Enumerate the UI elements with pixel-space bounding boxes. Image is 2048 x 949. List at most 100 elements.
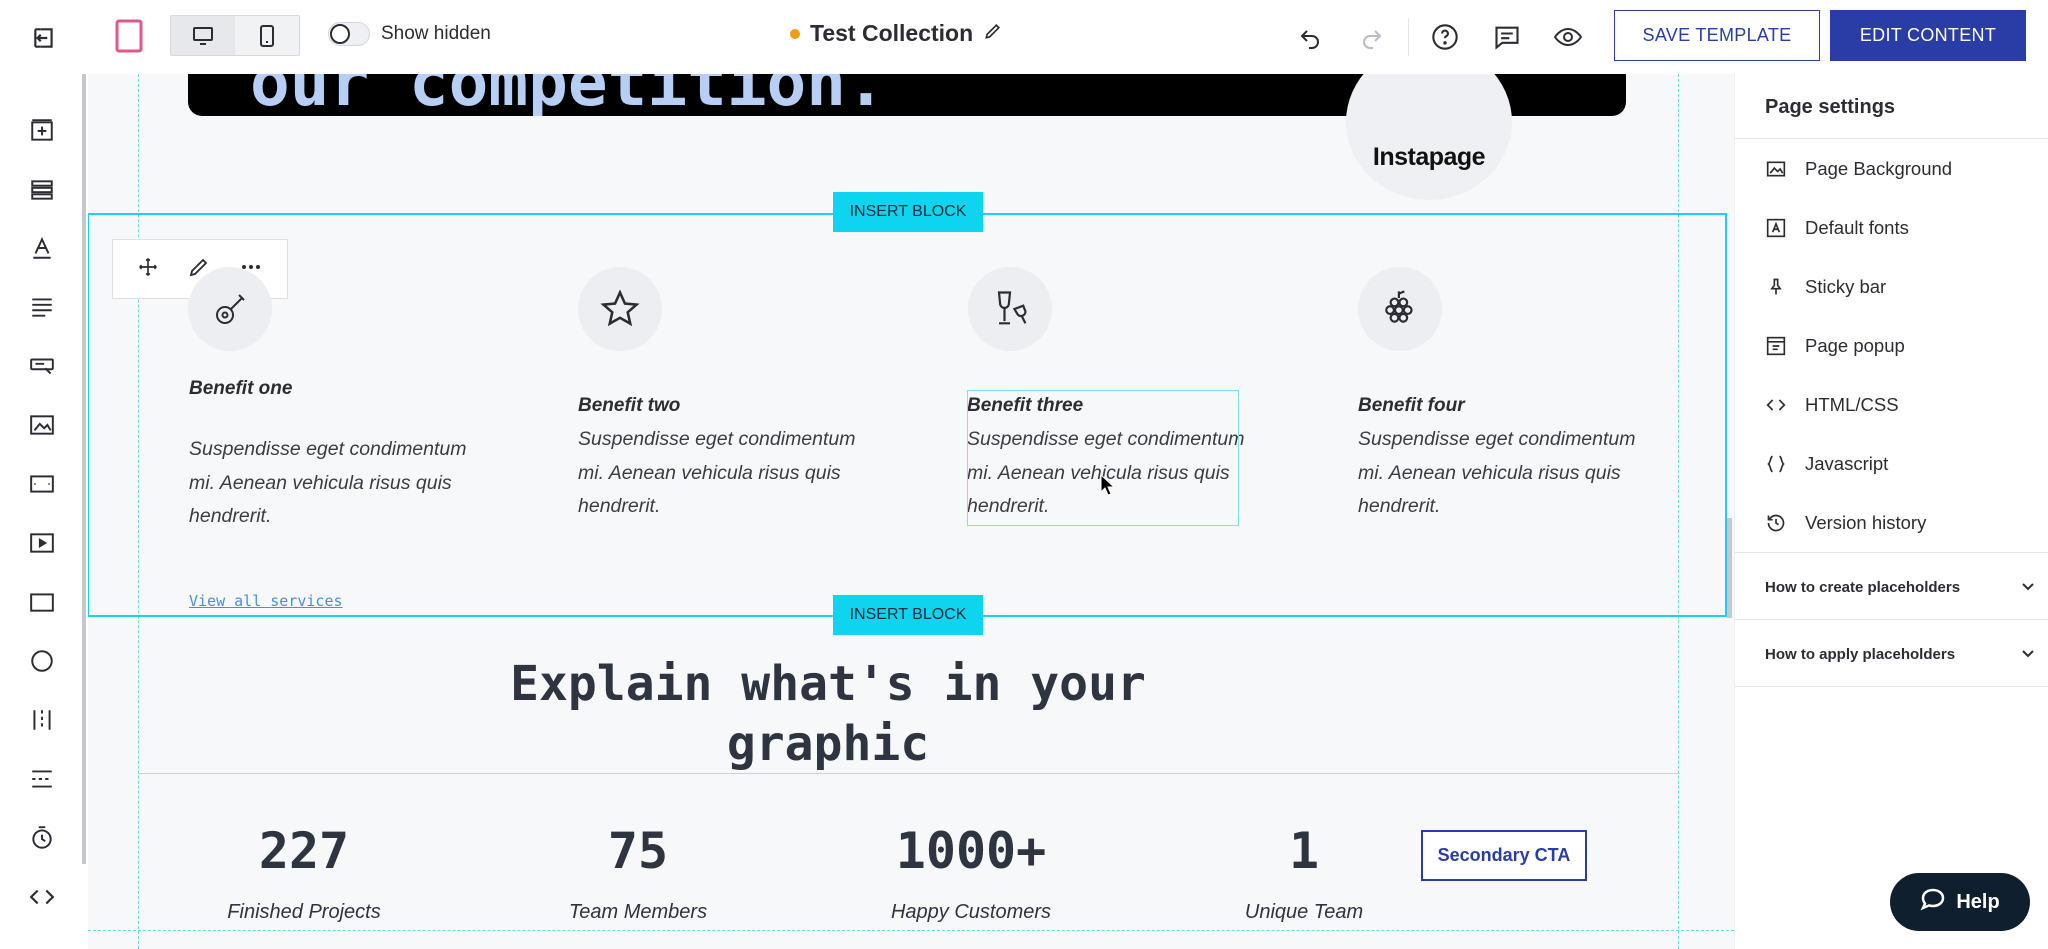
panel-divider (1735, 138, 2048, 139)
guide-line (88, 930, 1734, 931)
stat-value: 1 (1288, 822, 1320, 880)
accordion-label: How to apply placeholders (1765, 646, 1956, 663)
pin-icon (1765, 276, 1787, 298)
element-toolbar (0, 74, 86, 949)
panel-divider (1735, 686, 2048, 687)
unsaved-dot (790, 28, 800, 39)
show-hidden-label: Show hidden (381, 23, 491, 44)
chat-bubble-icon (1920, 887, 1946, 917)
stat-label: Finished Projects (227, 901, 381, 923)
insert-block-button-bottom[interactable]: INSERT BLOCK (833, 595, 983, 635)
view-all-services-link[interactable]: View all services (189, 592, 343, 610)
chevron-down-icon (2021, 646, 2035, 663)
mobile-view-icon[interactable] (235, 16, 299, 55)
panel-divider (1735, 552, 2048, 553)
rows-icon[interactable] (22, 170, 62, 210)
horizontal-divider-icon[interactable] (22, 759, 62, 799)
html-css-item[interactable]: HTML/CSS (1765, 394, 1899, 416)
benefit-title: Benefit two (578, 395, 681, 416)
pencil-icon[interactable] (983, 21, 1003, 46)
star-icon (578, 267, 662, 351)
paragraph-icon[interactable] (22, 287, 62, 327)
menu-label: Page popup (1805, 335, 1905, 356)
logo-badge[interactable]: Instapage (1346, 74, 1512, 200)
redo-icon[interactable] (1354, 20, 1390, 56)
benefit-text: Suspendisse eget condimentum mi. Aenean … (189, 438, 467, 527)
add-section-icon[interactable] (22, 111, 62, 151)
image-icon (1765, 158, 1787, 180)
left-scrollbar[interactable] (82, 74, 86, 864)
section-divider (138, 773, 1680, 774)
brand-page-icon[interactable] (114, 18, 144, 54)
sticky-bar-item[interactable]: Sticky bar (1765, 276, 1886, 298)
benefit-text: Suspendisse eget condimentum mi. Aenean … (1358, 428, 1636, 517)
preview-eye-icon[interactable] (1548, 18, 1588, 56)
top-bar: Show hidden Test Collection SAVE TEMPLAT… (0, 0, 2048, 74)
page-background-item[interactable]: Page Background (1765, 158, 1952, 180)
hero-headline: our competition. (250, 74, 886, 116)
comments-icon[interactable] (1488, 18, 1526, 56)
document-title-group: Test Collection (790, 20, 1003, 47)
move-icon[interactable] (137, 256, 159, 283)
popup-icon (1765, 335, 1787, 357)
box-icon[interactable] (22, 582, 62, 622)
benefit-title: Benefit four (1358, 395, 1465, 416)
grapes-icon (1358, 267, 1442, 351)
chevron-down-icon (2021, 579, 2035, 596)
shape-circle-icon[interactable] (22, 641, 62, 681)
menu-label: Page Background (1805, 158, 1953, 179)
desktop-view-icon[interactable] (171, 16, 235, 55)
accordion-apply-placeholders[interactable]: How to apply placeholders (1765, 646, 2035, 663)
page-popup-item[interactable]: Page popup (1765, 335, 1905, 357)
panel-divider (1735, 619, 2048, 620)
form-icon[interactable] (22, 464, 62, 504)
undo-icon[interactable] (1292, 20, 1328, 56)
secondary-cta-button[interactable]: Secondary CTA (1421, 830, 1587, 881)
wine-glasses-icon (968, 267, 1052, 351)
panel-title: Page settings (1765, 96, 1896, 118)
toolbar-divider (1408, 18, 1409, 56)
menu-label: Sticky bar (1805, 276, 1887, 297)
canvas-scrollbar[interactable] (1727, 518, 1732, 618)
edit-content-button[interactable]: EDIT CONTENT (1830, 10, 2026, 61)
default-fonts-item[interactable]: Default fonts (1765, 217, 1909, 239)
columns-divider-icon[interactable] (22, 700, 62, 740)
video-icon[interactable] (22, 523, 62, 563)
menu-label: Default fonts (1805, 217, 1909, 238)
text-selection-box (967, 390, 1239, 526)
html-code-icon[interactable] (22, 877, 62, 917)
button-icon[interactable] (22, 346, 62, 386)
save-template-button[interactable]: SAVE TEMPLATE (1614, 10, 1820, 61)
benefit-title: Benefit one (189, 378, 293, 399)
help-label: Help (1956, 890, 2000, 913)
explain-heading: Explain what's in your graphic (510, 656, 1146, 772)
code-icon (1765, 394, 1787, 416)
braces-icon (1765, 453, 1787, 475)
image-element-icon[interactable] (22, 405, 62, 445)
page-title: Test Collection (810, 20, 974, 46)
stat-value: 1000+ (895, 822, 1047, 880)
help-circle-icon[interactable] (1426, 18, 1464, 56)
device-switcher (170, 15, 300, 56)
benefit-text: Suspendisse eget condimentum mi. Aenean … (578, 428, 856, 517)
text-icon[interactable] (22, 228, 62, 268)
menu-label: Javascript (1805, 453, 1889, 474)
history-icon (1765, 512, 1787, 534)
guitar-icon (188, 267, 272, 351)
accordion-label: How to create placeholders (1765, 579, 1961, 596)
insert-block-button-top[interactable]: INSERT BLOCK (833, 192, 983, 232)
stat-label: Team Members (568, 901, 708, 923)
stat-label: Unique Team (1244, 901, 1364, 923)
show-hidden-toggle[interactable] (328, 22, 370, 46)
menu-label: HTML/CSS (1805, 394, 1899, 415)
exit-icon[interactable] (26, 20, 62, 56)
version-history-item[interactable]: Version history (1765, 512, 1926, 534)
page-settings-panel: Page settings Page Background Default fo… (1734, 74, 2048, 949)
javascript-item[interactable]: Javascript (1765, 453, 1888, 475)
timer-icon[interactable] (22, 818, 62, 858)
help-button[interactable]: Help (1890, 873, 2030, 931)
accordion-create-placeholders[interactable]: How to create placeholders (1765, 579, 2035, 596)
editor-canvas[interactable]: our competition. Instapage INSERT BLOCK … (88, 74, 1734, 949)
menu-label: Version history (1805, 512, 1927, 533)
mouse-cursor-icon (1100, 473, 1116, 501)
